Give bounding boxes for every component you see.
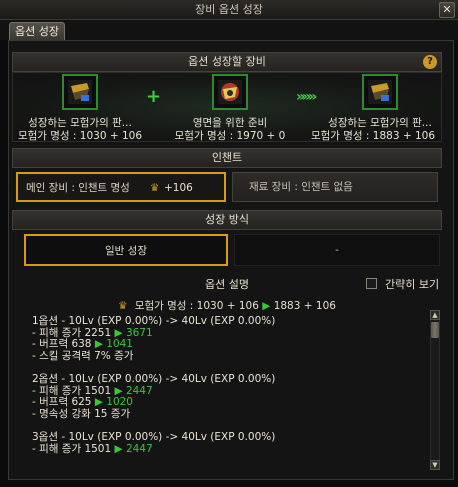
option-group: 2옵션 - 10Lv (EXP 0.00%) -> 40Lv (EXP 0.00… — [32, 373, 422, 420]
checkbox-icon[interactable] — [366, 278, 377, 289]
equipment-fame-left: 모험가 명성 : 1030 + 106 — [17, 130, 143, 142]
section-title: 옵션 성장할 장비 — [188, 55, 266, 68]
window-title: 장비 옵션 성장 — [195, 3, 263, 16]
fame-emblem-icon: ♛ — [118, 300, 128, 312]
question-icon[interactable]: ? — [423, 55, 437, 69]
option-group: 1옵션 - 10Lv (EXP 0.00%) -> 40Lv (EXP 0.00… — [32, 315, 422, 362]
triple-chevron-icon: »»» — [296, 89, 317, 105]
main-enchant-value: +106 — [164, 182, 193, 194]
alternate-growth-button[interactable]: - — [234, 234, 440, 266]
section-header-enchant: 인챈트 — [12, 148, 442, 168]
section-title: 성장 방식 — [205, 213, 249, 226]
window-titlebar: 장비 옵션 성장 ✕ — [0, 0, 458, 20]
fame-to: 1883 + 106 — [273, 300, 336, 312]
scroll-down-button[interactable]: ▼ — [430, 460, 440, 470]
option-line: - 피해 증가 1501 ▶ 2447 — [32, 442, 153, 455]
brief-view-label: 간략히 보기 — [385, 278, 440, 291]
fame-summary: ♛ 모험가 명성 : 1030 + 106 ▶ 1883 + 106 — [12, 298, 442, 313]
section-title: 인챈트 — [211, 151, 243, 164]
scroll-up-button[interactable]: ▲ — [430, 310, 440, 320]
tab-option-growth[interactable]: 옵션 성장 — [9, 22, 65, 40]
section-header-target-equipment: 옵션 성장할 장비 ? — [12, 52, 442, 72]
arrow-right-icon: ▶ — [262, 300, 271, 312]
armor-icon — [368, 80, 392, 104]
scrollbar-thumb[interactable] — [431, 322, 439, 338]
main-enchant-label: 메인 장비 : 인챈트 명성 — [26, 182, 130, 194]
material-icon — [218, 80, 242, 104]
option-list: 1옵션 - 10Lv (EXP 0.00%) -> 40Lv (EXP 0.00… — [32, 315, 422, 467]
option-line: - 스킬 공격력 7% 증가 — [32, 349, 134, 362]
brief-view-toggle[interactable]: 간략히 보기 — [366, 276, 439, 292]
equipment-slot-middle[interactable] — [212, 74, 248, 110]
option-line: - 명속성 강화 15 증가 — [32, 407, 131, 420]
material-enchant-label: 재료 장비 : 인챈트 없음 — [249, 181, 353, 193]
plus-icon: + — [146, 86, 162, 107]
tab-row: 옵션 성장 — [0, 20, 458, 40]
equipment-fame-middle: 모험가 명성 : 1970 + 0 — [174, 130, 286, 142]
material-equipment-enchant[interactable]: 재료 장비 : 인챈트 없음 — [232, 172, 438, 202]
close-button[interactable]: ✕ — [439, 2, 455, 18]
section-header-growth-method: 성장 방식 — [12, 210, 442, 230]
equipment-slot-left[interactable] — [62, 74, 98, 110]
armor-icon — [68, 80, 92, 104]
normal-growth-button[interactable]: 일반 성장 — [24, 234, 228, 266]
equipment-slot-right[interactable] — [362, 74, 398, 110]
equipment-fame-right: 모험가 명성 : 1883 + 106 — [310, 130, 436, 142]
option-group: 3옵션 - 10Lv (EXP 0.00%) -> 40Lv (EXP 0.00… — [32, 431, 422, 455]
fame-from: 모험가 명성 : 1030 + 106 — [134, 300, 259, 312]
fame-emblem-icon: ♛ — [150, 182, 160, 194]
main-equipment-enchant[interactable]: 메인 장비 : 인챈트 명성 ♛ +106 — [16, 172, 226, 202]
